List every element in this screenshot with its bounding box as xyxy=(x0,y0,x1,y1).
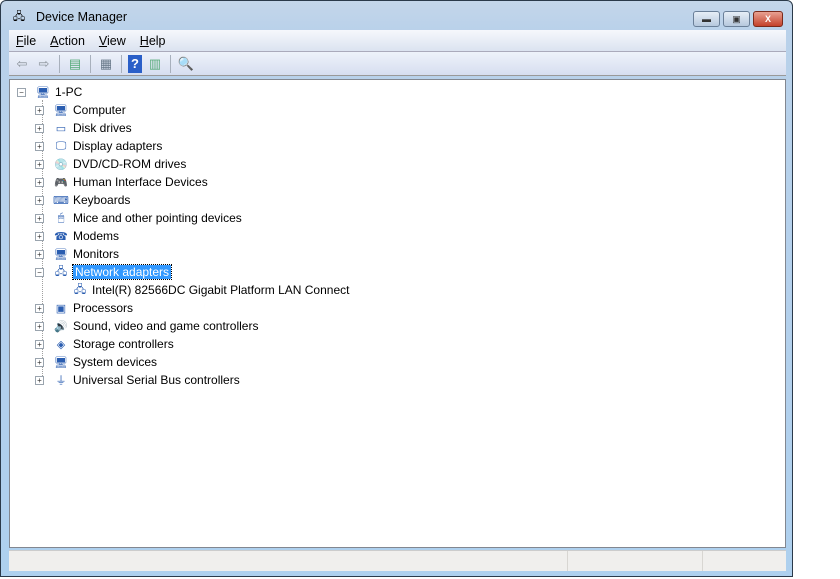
expand-icon[interactable]: + xyxy=(35,250,44,259)
tree-item-label: System devices xyxy=(73,355,158,369)
toolbar-separator xyxy=(170,54,171,73)
tree-item-label: 1-PC xyxy=(55,85,83,99)
status-pane xyxy=(568,551,703,571)
tree-item[interactable]: − 🖧 Network adapters xyxy=(35,263,173,281)
tree-item-label: Intel(R) 82566DC Gigabit Platform LAN Co… xyxy=(92,283,350,297)
dvd-icon: 💿 xyxy=(54,158,68,171)
maximize-button[interactable]: ▣ xyxy=(723,11,750,27)
expand-icon[interactable]: + xyxy=(35,340,44,349)
toolbar-separator xyxy=(90,54,91,73)
tree-item[interactable]: + 💿 DVD/CD-ROM drives xyxy=(35,155,187,173)
tree-item[interactable]: + 🖱 Mice and other pointing devices xyxy=(35,209,242,227)
menu-file[interactable]: File xyxy=(9,34,43,48)
toolbar-separator xyxy=(59,54,60,73)
tree-item[interactable]: + ⌨ Keyboards xyxy=(35,191,131,209)
tree-item[interactable]: + 🖥 System devices xyxy=(35,353,158,371)
sound-icon: 🔊 xyxy=(54,320,68,333)
tree-item-label: Network adapters xyxy=(71,264,173,280)
collapse-icon[interactable]: − xyxy=(17,88,26,97)
expand-icon[interactable]: + xyxy=(35,322,44,331)
processor-icon: ▣ xyxy=(55,302,67,315)
menu-view[interactable]: View xyxy=(92,34,133,48)
show-action-pane-icon[interactable]: ▥ xyxy=(146,55,164,73)
tree-item[interactable]: + ▭ Disk drives xyxy=(35,119,132,137)
minimize-button[interactable]: ▬ xyxy=(693,11,720,27)
tree-item[interactable]: + 🖥 Monitors xyxy=(35,245,120,263)
tree-item[interactable]: + 🎮 Human Interface Devices xyxy=(35,173,208,191)
expand-icon[interactable]: + xyxy=(35,376,44,385)
tree-item-label: Modems xyxy=(73,229,120,243)
network-icon: 🖧 xyxy=(54,265,68,278)
usb-icon: ⏚ xyxy=(55,375,67,387)
device-manager-window: 🖧 Device Manager ▬ ▣ X File Action View … xyxy=(0,0,793,577)
device-manager-icon: 🖧 xyxy=(12,10,26,23)
tree-item[interactable]: + 🖥 Computer xyxy=(35,101,126,119)
status-pane xyxy=(703,551,786,571)
storage-icon: ◈ xyxy=(56,338,66,351)
expand-icon[interactable]: + xyxy=(35,106,44,115)
tree-item-label: Human Interface Devices xyxy=(73,175,208,189)
tree-child-item[interactable]: 🖧 Intel(R) 82566DC Gigabit Platform LAN C… xyxy=(72,281,350,299)
tree-item[interactable]: + ☎ Modems xyxy=(35,227,120,245)
display-icon: 🖵 xyxy=(55,139,67,152)
tree-item[interactable]: + 🔊 Sound, video and game controllers xyxy=(35,317,259,335)
toolbar-separator xyxy=(121,54,122,73)
tree-item-label: Processors xyxy=(73,301,134,315)
system-icon: 🖥 xyxy=(54,356,68,369)
disk-icon: ▭ xyxy=(55,122,67,135)
tree-item[interactable]: + ◈ Storage controllers xyxy=(35,335,174,353)
tree-item-label: Display adapters xyxy=(73,139,163,153)
expand-icon[interactable]: + xyxy=(35,160,44,169)
status-pane xyxy=(9,551,568,571)
mouse-icon: 🖱 xyxy=(57,211,65,224)
expand-icon[interactable]: + xyxy=(35,124,44,133)
back-icon[interactable]: ⇦ xyxy=(13,55,31,73)
monitor-icon: 🖥 xyxy=(54,248,68,261)
expand-icon[interactable]: + xyxy=(35,214,44,223)
device-tree[interactable]: − 🖥 1-PC + 🖥 Computer + ▭ Disk drives + 🖵 Display a… xyxy=(9,79,786,548)
computer-icon: 🖥 xyxy=(54,104,68,117)
computer-icon: 🖥 xyxy=(36,86,50,99)
show-hide-console-tree-icon[interactable]: ▤ xyxy=(66,55,84,73)
tree-item-label: Mice and other pointing devices xyxy=(73,211,242,225)
tree-item-label: Storage controllers xyxy=(73,337,174,351)
tree-item[interactable]: + ▣ Processors xyxy=(35,299,134,317)
menu-bar: File Action View Help xyxy=(9,30,786,52)
close-button[interactable]: X xyxy=(753,11,783,27)
network-icon: 🖧 xyxy=(73,283,87,296)
expand-icon[interactable]: + xyxy=(35,358,44,367)
properties-icon[interactable]: ▦ xyxy=(97,55,115,73)
tree-item-label: DVD/CD-ROM drives xyxy=(73,157,187,171)
title-bar: 🖧 Device Manager xyxy=(11,9,127,25)
tree-item-label: Disk drives xyxy=(73,121,132,135)
modem-icon: ☎ xyxy=(54,230,68,243)
scan-hardware-icon[interactable]: 🔍 xyxy=(177,55,195,73)
expand-icon[interactable]: + xyxy=(35,232,44,241)
expand-icon[interactable]: + xyxy=(35,196,44,205)
menu-action[interactable]: Action xyxy=(43,34,92,48)
tree-item-label: Universal Serial Bus controllers xyxy=(73,373,240,387)
status-bar xyxy=(9,550,786,571)
tree-item[interactable]: + ⏚ Universal Serial Bus controllers xyxy=(35,371,240,389)
window-title: Device Manager xyxy=(36,10,128,24)
collapse-icon[interactable]: − xyxy=(35,268,44,277)
menu-help[interactable]: Help xyxy=(133,34,173,48)
tree-item-label: Computer xyxy=(73,103,126,117)
forward-icon[interactable]: ⇨ xyxy=(35,55,53,73)
tree-item-label: Keyboards xyxy=(73,193,131,207)
expand-icon[interactable]: + xyxy=(35,142,44,151)
tree-item-label: Sound, video and game controllers xyxy=(73,319,259,333)
help-icon[interactable]: ? xyxy=(128,54,142,73)
tree-item[interactable]: + 🖵 Display adapters xyxy=(35,137,163,155)
keyboard-icon: ⌨ xyxy=(53,194,69,207)
hid-icon: 🎮 xyxy=(54,176,68,189)
tree-root[interactable]: − 🖥 1-PC xyxy=(17,83,83,101)
toolbar: ⇦ ⇨ ▤ ▦ ? ▥ 🔍 xyxy=(9,52,786,76)
expand-icon[interactable]: + xyxy=(35,304,44,313)
expand-icon[interactable]: + xyxy=(35,178,44,187)
tree-item-label: Monitors xyxy=(73,247,120,261)
